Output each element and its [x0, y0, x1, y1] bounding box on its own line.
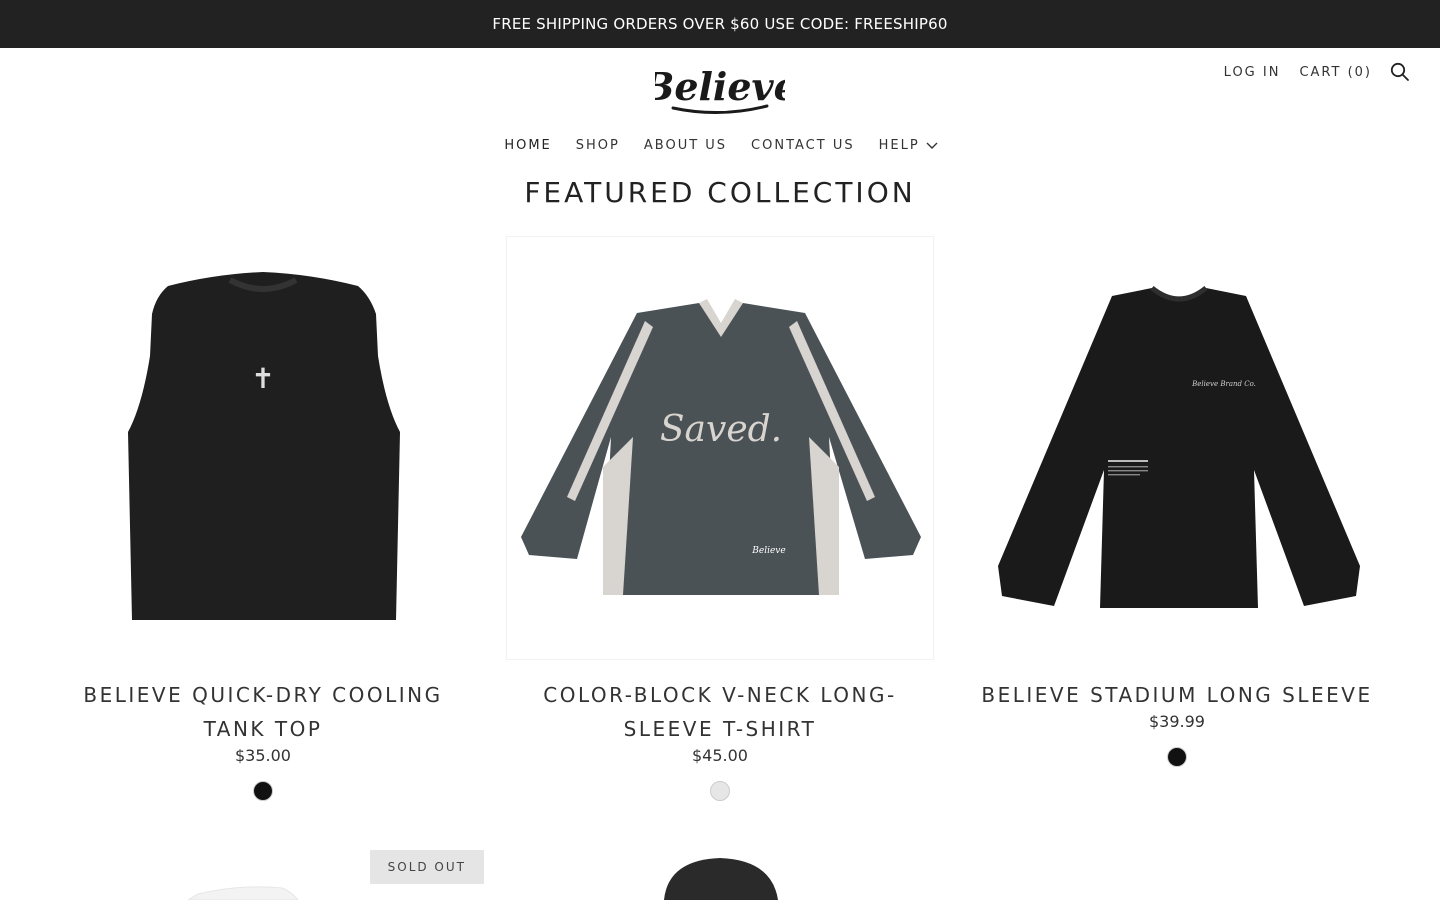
header-links: LOG IN CART (0) [1224, 65, 1372, 80]
product-card[interactable]: ✝ BELIEVE QUICK-DRY COOLING TANK TOP $35… [48, 236, 478, 801]
product-price: $45.00 [692, 746, 748, 765]
product-graphic: Saved. [660, 409, 782, 450]
chevron-down-icon [926, 142, 938, 149]
nav-contact-label: CONTACT US [751, 138, 855, 153]
nav-shop[interactable]: SHOP [574, 138, 620, 153]
product-graphic: ✝ [251, 362, 274, 395]
product-graphic: Believe Brand Co. [1191, 380, 1256, 388]
product-image[interactable] [506, 848, 934, 900]
nav-shop-label: SHOP [575, 138, 620, 153]
product-card[interactable] [506, 848, 934, 900]
color-swatch[interactable] [710, 781, 730, 801]
product-title[interactable]: BELIEVE STADIUM LONG SLEEVE [962, 678, 1392, 712]
product-title[interactable]: BELIEVE QUICK-DRY COOLING TANK TOP [48, 678, 478, 746]
product-image[interactable]: Saved. Believe [506, 236, 934, 660]
search-icon[interactable] [1390, 62, 1410, 82]
product-price: $39.99 [1149, 712, 1205, 731]
nav-contact-us[interactable]: CONTACT US [749, 138, 855, 153]
logo-text: Believe [655, 64, 785, 109]
color-swatch[interactable] [253, 781, 273, 801]
announcement-text: FREE SHIPPING ORDERS OVER $60 USE CODE: … [492, 15, 948, 33]
main-nav: HOME SHOP ABOUT US CONTACT US HELP [0, 138, 1440, 153]
section-title: FEATURED COLLECTION [524, 176, 916, 209]
nav-help[interactable]: HELP [877, 138, 938, 153]
cart-link[interactable]: CART (0) [1299, 65, 1372, 80]
brand-logo[interactable]: Believe [655, 64, 785, 116]
login-link[interactable]: LOG IN [1224, 65, 1281, 80]
nav-about-us[interactable]: ABOUT US [642, 138, 727, 153]
color-swatch[interactable] [1167, 747, 1187, 767]
product-price: $35.00 [235, 746, 291, 765]
nav-home-label: HOME [504, 138, 552, 153]
site-header: Believe LOG IN CART (0) HOME SHOP ABOUT … [0, 48, 1440, 168]
product-image[interactable]: ✝ [48, 236, 478, 660]
product-card[interactable]: Saved. Believe COLOR-BLOCK V-NECK LONG-S… [506, 236, 934, 801]
nav-help-label: HELP [878, 138, 920, 153]
product-card[interactable]: Believe Brand Co. BELIEVE STADIUM LONG S… [962, 236, 1392, 767]
product-title[interactable]: COLOR-BLOCK V-NECK LONG-SLEEVE T-SHIRT [506, 678, 934, 746]
product-image[interactable]: Believe Brand Co. [962, 236, 1392, 660]
product-tag: Believe [751, 546, 785, 556]
product-card[interactable]: SOLD OUT [48, 848, 484, 900]
nav-home[interactable]: HOME [502, 138, 551, 153]
announcement-bar: FREE SHIPPING ORDERS OVER $60 USE CODE: … [0, 0, 1440, 48]
sold-out-badge: SOLD OUT [369, 850, 484, 884]
nav-about-label: ABOUT US [643, 138, 728, 153]
